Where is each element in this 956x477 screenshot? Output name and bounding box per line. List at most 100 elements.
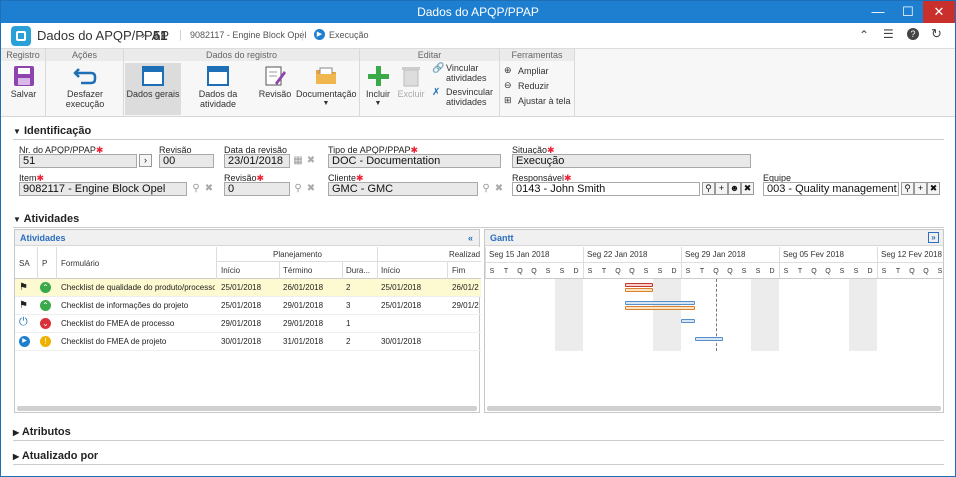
collapse-up-icon[interactable]: ⌃ — [859, 28, 869, 42]
table-row[interactable]: ⚑ ⌃ Checklist de informações do projeto … — [15, 297, 481, 315]
search-icon[interactable]: ⚲ — [480, 183, 492, 195]
user-icon[interactable]: ☻ — [728, 182, 741, 195]
table-row[interactable]: ▶ ! Checklist do FMEA de projeto 30/01/2… — [15, 333, 481, 351]
col-duracao[interactable]: Dura... — [346, 266, 370, 275]
gantt-bar[interactable] — [625, 288, 653, 292]
item-revision-field[interactable]: 0 — [224, 182, 290, 196]
dropdown-arrow-icon: ▼ — [374, 100, 382, 107]
plus-icon[interactable]: + — [715, 182, 728, 195]
customer-field[interactable]: GMC - GMC — [328, 182, 478, 196]
section-identificacao-header[interactable]: ▼ Identificação — [13, 125, 91, 137]
gantt-bar[interactable] — [695, 337, 723, 341]
group-title: Ferramentas — [500, 49, 574, 61]
expand-right-icon[interactable]: » — [928, 232, 939, 243]
zoom-in-label: Ampliar — [518, 66, 549, 76]
undo-arrow-icon — [73, 68, 97, 85]
activity-data-button[interactable]: Dados da atividade — [183, 63, 253, 115]
calendar-icon[interactable]: ▦ — [292, 155, 304, 167]
divider — [13, 464, 944, 465]
nr-apqp-field[interactable]: 51 — [19, 154, 137, 168]
table-row[interactable]: ⏻ ⌄ Checklist do FMEA de processo 29/01/… — [15, 315, 481, 333]
col-inicio[interactable]: Início — [221, 266, 240, 275]
cell-termino: 29/01/2018 — [283, 319, 324, 328]
link-activities-label: Vincular atividades — [446, 63, 487, 83]
horizontal-scrollbar[interactable] — [17, 406, 477, 411]
section-title: Atividades — [23, 213, 80, 225]
col-p[interactable]: P — [42, 259, 47, 268]
close-icon[interactable]: ✕ — [923, 1, 955, 23]
cell-inicio-realizado: 25/01/2018 — [381, 301, 422, 310]
search-icon[interactable]: ⚲ — [702, 182, 715, 195]
clear-icon[interactable]: ✖ — [927, 182, 940, 195]
search-icon[interactable]: ⚲ — [901, 182, 914, 195]
refresh-icon[interactable]: ↻ — [931, 26, 942, 42]
plus-icon[interactable]: + — [914, 182, 927, 195]
col-formulario[interactable]: Formulário — [61, 259, 99, 268]
situation-field[interactable]: Execução — [512, 154, 751, 168]
section-atualizado-header[interactable]: ▶ Atualizado por — [13, 450, 98, 462]
gantt-week-label: Seg 05 Fev 2018 — [783, 250, 844, 259]
revision-button[interactable]: Revisão — [258, 63, 292, 115]
gantt-week-label: Seg 29 Jan 2018 — [685, 250, 746, 259]
link-activities-button[interactable]: 🔗 Vincular atividades — [432, 63, 498, 83]
collapse-left-icon[interactable]: « — [468, 230, 473, 246]
window-titlebar: Dados do APQP/PPAP — ☐ ✕ — [1, 1, 955, 23]
gantt-bar[interactable] — [625, 301, 695, 305]
col-inicio-realizado[interactable]: Início — [381, 266, 400, 275]
group-title: Editar — [360, 49, 499, 61]
horizontal-scrollbar[interactable] — [487, 406, 941, 411]
clear-icon[interactable]: ✖ — [493, 183, 505, 195]
fit-screen-button[interactable]: ⊞ Ajustar à tela — [504, 95, 574, 111]
table-row[interactable]: ⚑ ⌃ Checklist de qualidade do produto/pr… — [15, 279, 481, 297]
edit-document-icon — [265, 66, 286, 86]
minimize-icon[interactable]: — — [863, 1, 893, 23]
team-field[interactable]: 003 - Quality management team — [763, 182, 899, 196]
clear-icon[interactable]: ✖ — [741, 182, 754, 195]
clear-icon[interactable]: ✖ — [305, 183, 317, 195]
col-termino[interactable]: Término — [283, 266, 312, 275]
item-field[interactable]: 9082117 - Engine Block Opel — [19, 182, 187, 196]
section-atividades-header[interactable]: ▼ Atividades — [13, 213, 79, 225]
zoom-out-button[interactable]: ⊖ Reduzir — [504, 80, 574, 96]
gantt-bar[interactable] — [625, 306, 695, 310]
zoom-in-button[interactable]: ⊕ Ampliar — [504, 65, 574, 81]
activity-data-label: Dados da atividade — [198, 89, 238, 109]
caret-down-icon: ▼ — [13, 127, 21, 136]
gantt-bar[interactable] — [625, 283, 653, 287]
clear-icon[interactable]: ✖ — [305, 155, 317, 167]
gantt-day-label: T — [797, 268, 803, 275]
help-icon[interactable]: ? — [907, 28, 919, 40]
responsible-field[interactable]: 0143 - John Smith — [512, 182, 700, 196]
col-fim[interactable]: Fim — [452, 266, 465, 275]
include-button[interactable]: Incluir ▼ — [362, 63, 394, 115]
documentation-button[interactable]: Documentação ▼ — [296, 63, 357, 115]
maximize-icon[interactable]: ☐ — [893, 1, 923, 23]
cell-inicio: 25/01/2018 — [221, 301, 262, 310]
gantt-day-label: Q — [923, 268, 929, 275]
gantt-day-label: S — [643, 268, 649, 275]
revision-date-field[interactable]: 23/01/2018 — [224, 154, 290, 168]
delete-button[interactable]: Excluir — [396, 63, 426, 115]
search-icon[interactable]: ⚲ — [292, 183, 304, 195]
grid-header: SA P Formulário Planejamento Realizad In… — [15, 247, 481, 279]
cell-formulario: Checklist do FMEA de projeto — [61, 337, 167, 346]
section-atributos-header[interactable]: ▶ Atributos — [13, 426, 71, 438]
search-icon[interactable]: ⚲ — [190, 183, 202, 195]
save-button[interactable]: Salvar — [3, 63, 44, 115]
divider — [13, 440, 944, 441]
col-group-planejamento: Planejamento — [273, 250, 322, 259]
divider — [13, 227, 944, 228]
undo-execution-button[interactable]: Desfazer execução — [48, 63, 122, 115]
gantt-bar[interactable] — [681, 319, 695, 323]
unlink-activities-button[interactable]: ✗ Desvincular atividades — [432, 87, 498, 107]
col-sa[interactable]: SA — [19, 259, 30, 268]
revision-field[interactable]: 00 — [159, 154, 214, 168]
general-data-button[interactable]: Dados gerais — [125, 63, 181, 115]
plus-icon — [368, 66, 389, 86]
chevron-right-icon[interactable]: › — [139, 154, 152, 167]
apqp-type-field[interactable]: DOC - Documentation — [328, 154, 501, 168]
list-icon[interactable]: ☰ — [883, 27, 894, 41]
cell-duracao: 2 — [346, 283, 351, 292]
clear-icon[interactable]: ✖ — [203, 183, 215, 195]
gantt-day-label: S — [489, 268, 495, 275]
